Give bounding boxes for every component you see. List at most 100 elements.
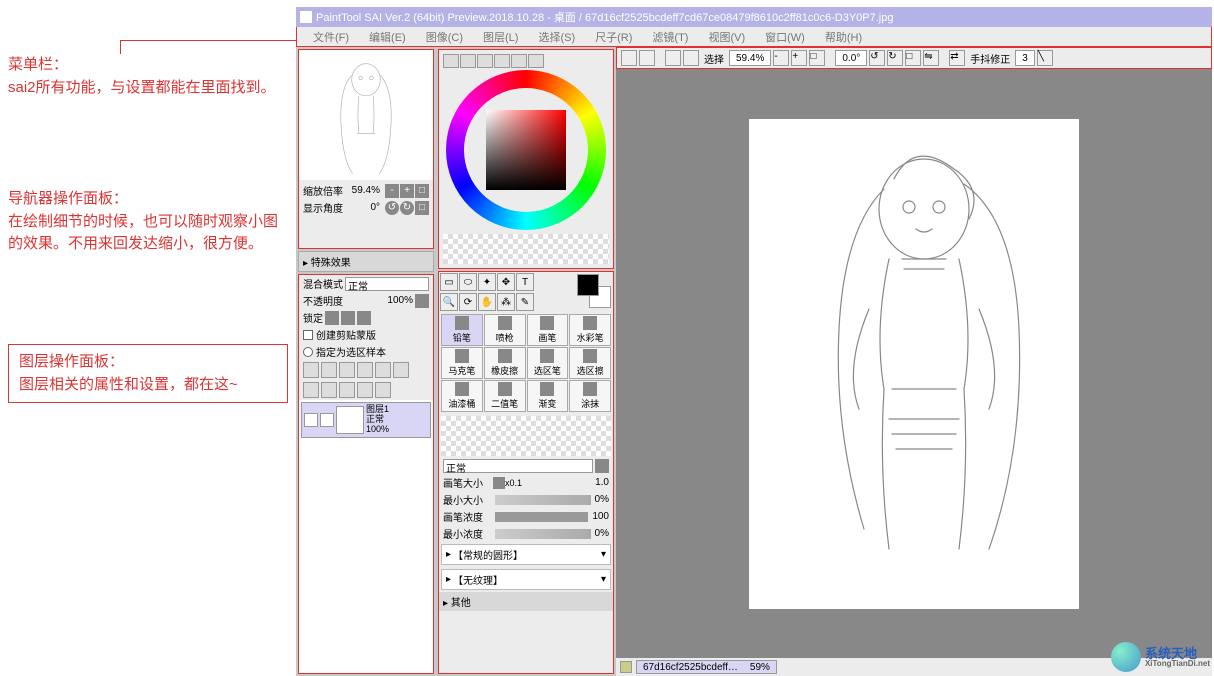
rot-ccw-tb[interactable]: ↺: [869, 50, 885, 66]
color-swatch[interactable]: [577, 274, 611, 308]
min-density-slider[interactable]: [495, 529, 591, 539]
lasso-tool[interactable]: ⬭: [459, 273, 477, 291]
new-layer-button[interactable]: [303, 362, 319, 378]
zoom-out-button[interactable]: -: [385, 184, 399, 198]
menu-file[interactable]: 文件(F): [303, 27, 359, 47]
brush-airbrush[interactable]: 喷枪: [484, 314, 526, 346]
zoom-fit-tb[interactable]: □: [809, 50, 825, 66]
new-folder-button[interactable]: [339, 362, 355, 378]
brush-blur[interactable]: 涂抹: [569, 380, 611, 412]
flatten-button[interactable]: [339, 382, 355, 398]
blend-mode-select[interactable]: 正常: [345, 277, 429, 291]
rgb-slider-tab[interactable]: [460, 54, 476, 68]
menu-select[interactable]: 选择(S): [528, 27, 585, 47]
lock-all[interactable]: [357, 311, 371, 325]
delete-layer-button[interactable]: [375, 382, 391, 398]
menu-layer[interactable]: 图层(L): [473, 27, 528, 47]
deselect-button[interactable]: [665, 50, 681, 66]
scratchpad-tab[interactable]: [528, 54, 544, 68]
rotate-ccw-button[interactable]: ↺: [385, 201, 399, 215]
layer-edit-toggle[interactable]: [320, 413, 334, 427]
titlebar[interactable]: PaintTool SAI Ver.2 (64bit) Preview.2018…: [296, 7, 1212, 27]
swatches-tab[interactable]: [511, 54, 527, 68]
swatch-grid[interactable]: [443, 234, 609, 264]
apply-mask-button[interactable]: [375, 362, 391, 378]
brush-shape-select[interactable]: ▸ 【常规的圆形】 ▾: [441, 544, 611, 565]
rotate-cw-button[interactable]: ↻: [400, 201, 414, 215]
navigator-thumbnail[interactable]: [299, 50, 433, 180]
brush-edge-button[interactable]: [595, 459, 609, 473]
layer-visibility-toggle[interactable]: [304, 413, 318, 427]
effects-header[interactable]: ▸ 特殊效果: [299, 252, 433, 271]
rect-select-tool[interactable]: ▭: [440, 273, 458, 291]
zoom-in-button[interactable]: +: [400, 184, 414, 198]
menu-image[interactable]: 图像(C): [416, 27, 473, 47]
min-size-slider[interactable]: [495, 495, 591, 505]
brush-gradient[interactable]: 渐变: [527, 380, 569, 412]
undo-button[interactable]: [621, 50, 637, 66]
color-wheel[interactable]: [446, 70, 606, 230]
brush-marker[interactable]: 马克笔: [441, 347, 483, 379]
mask-button[interactable]: [357, 362, 373, 378]
opacity-stepper[interactable]: [415, 294, 429, 308]
brush-selpen[interactable]: 选区笔: [527, 347, 569, 379]
transfer-down-button[interactable]: [303, 382, 319, 398]
brush-pencil[interactable]: 铅笔: [441, 314, 483, 346]
menu-edit[interactable]: 编辑(E): [359, 27, 416, 47]
angle-box[interactable]: 0.0°: [835, 50, 867, 66]
zoom-in-tb[interactable]: +: [791, 50, 807, 66]
clip-mask-checkbox[interactable]: [303, 330, 313, 340]
menu-ruler[interactable]: 尺子(R): [585, 27, 642, 47]
lock-move[interactable]: [341, 311, 355, 325]
move-tool[interactable]: ✥: [497, 273, 515, 291]
mixer-tab[interactable]: [494, 54, 510, 68]
delete-mask-button[interactable]: [393, 362, 409, 378]
redo-button[interactable]: [639, 50, 655, 66]
zoom-tool[interactable]: 🔍: [440, 293, 458, 311]
brush-brush[interactable]: 画笔: [527, 314, 569, 346]
lock-pixels[interactable]: [325, 311, 339, 325]
hand-tool[interactable]: ✋: [478, 293, 496, 311]
merge-down-button[interactable]: [321, 382, 337, 398]
selsource-row[interactable]: 指定为选区样本: [299, 343, 433, 360]
size-step-button[interactable]: [493, 477, 505, 489]
fg-color[interactable]: [577, 274, 599, 296]
selsource-radio[interactable]: [303, 347, 313, 357]
text-tool[interactable]: T: [516, 273, 534, 291]
brush-texture-select[interactable]: ▸ 【无纹理】 ▾: [441, 569, 611, 590]
clip-mask-row[interactable]: 创建剪贴蒙版: [299, 326, 433, 343]
eyedropper-tool[interactable]: ⁂: [497, 293, 515, 311]
rotate-reset-button[interactable]: □: [415, 201, 429, 215]
stabilizer-value[interactable]: 3: [1015, 50, 1035, 66]
hsv-slider-tab[interactable]: [477, 54, 493, 68]
rotate-tool[interactable]: ⟳: [459, 293, 477, 311]
canvas[interactable]: [616, 69, 1212, 658]
new-lineart-button[interactable]: [321, 362, 337, 378]
menu-help[interactable]: 帮助(H): [815, 27, 872, 47]
zoom-out-tb[interactable]: -: [773, 50, 789, 66]
zoom-box[interactable]: 59.4%: [729, 50, 771, 66]
rot-reset-tb[interactable]: □: [905, 50, 921, 66]
menu-window[interactable]: 窗口(W): [755, 27, 815, 47]
invert-sel-button[interactable]: [683, 50, 699, 66]
color-wheel-tab[interactable]: [443, 54, 459, 68]
brush-watercolor[interactable]: 水彩笔: [569, 314, 611, 346]
menu-filter[interactable]: 滤镜(T): [642, 27, 698, 47]
clear-layer-button[interactable]: [357, 382, 373, 398]
density-slider[interactable]: [495, 512, 588, 522]
brush-mode-select[interactable]: 正常: [443, 459, 593, 473]
wand-tool[interactable]: ✦: [478, 273, 496, 291]
document-tab[interactable]: 67d16cf2525bcdeff… 59%: [636, 660, 777, 674]
brush-binary[interactable]: 二值笔: [484, 380, 526, 412]
rot-cw-tb[interactable]: ↻: [887, 50, 903, 66]
zoom-reset-button[interactable]: □: [415, 184, 429, 198]
flip-h-tb[interactable]: ⇋: [923, 50, 939, 66]
brush-tool[interactable]: ✎: [516, 293, 534, 311]
brush-bucket[interactable]: 油漆桶: [441, 380, 483, 412]
layer-item[interactable]: 图层1 正常 100%: [301, 402, 431, 438]
brush-eraser[interactable]: 橡皮擦: [484, 347, 526, 379]
menu-view[interactable]: 视图(V): [698, 27, 755, 47]
brush-seleraser[interactable]: 选区擦: [569, 347, 611, 379]
effects-header-panel[interactable]: ▸ 特殊效果: [298, 251, 434, 272]
line-tool-tb[interactable]: ╲: [1037, 50, 1053, 66]
